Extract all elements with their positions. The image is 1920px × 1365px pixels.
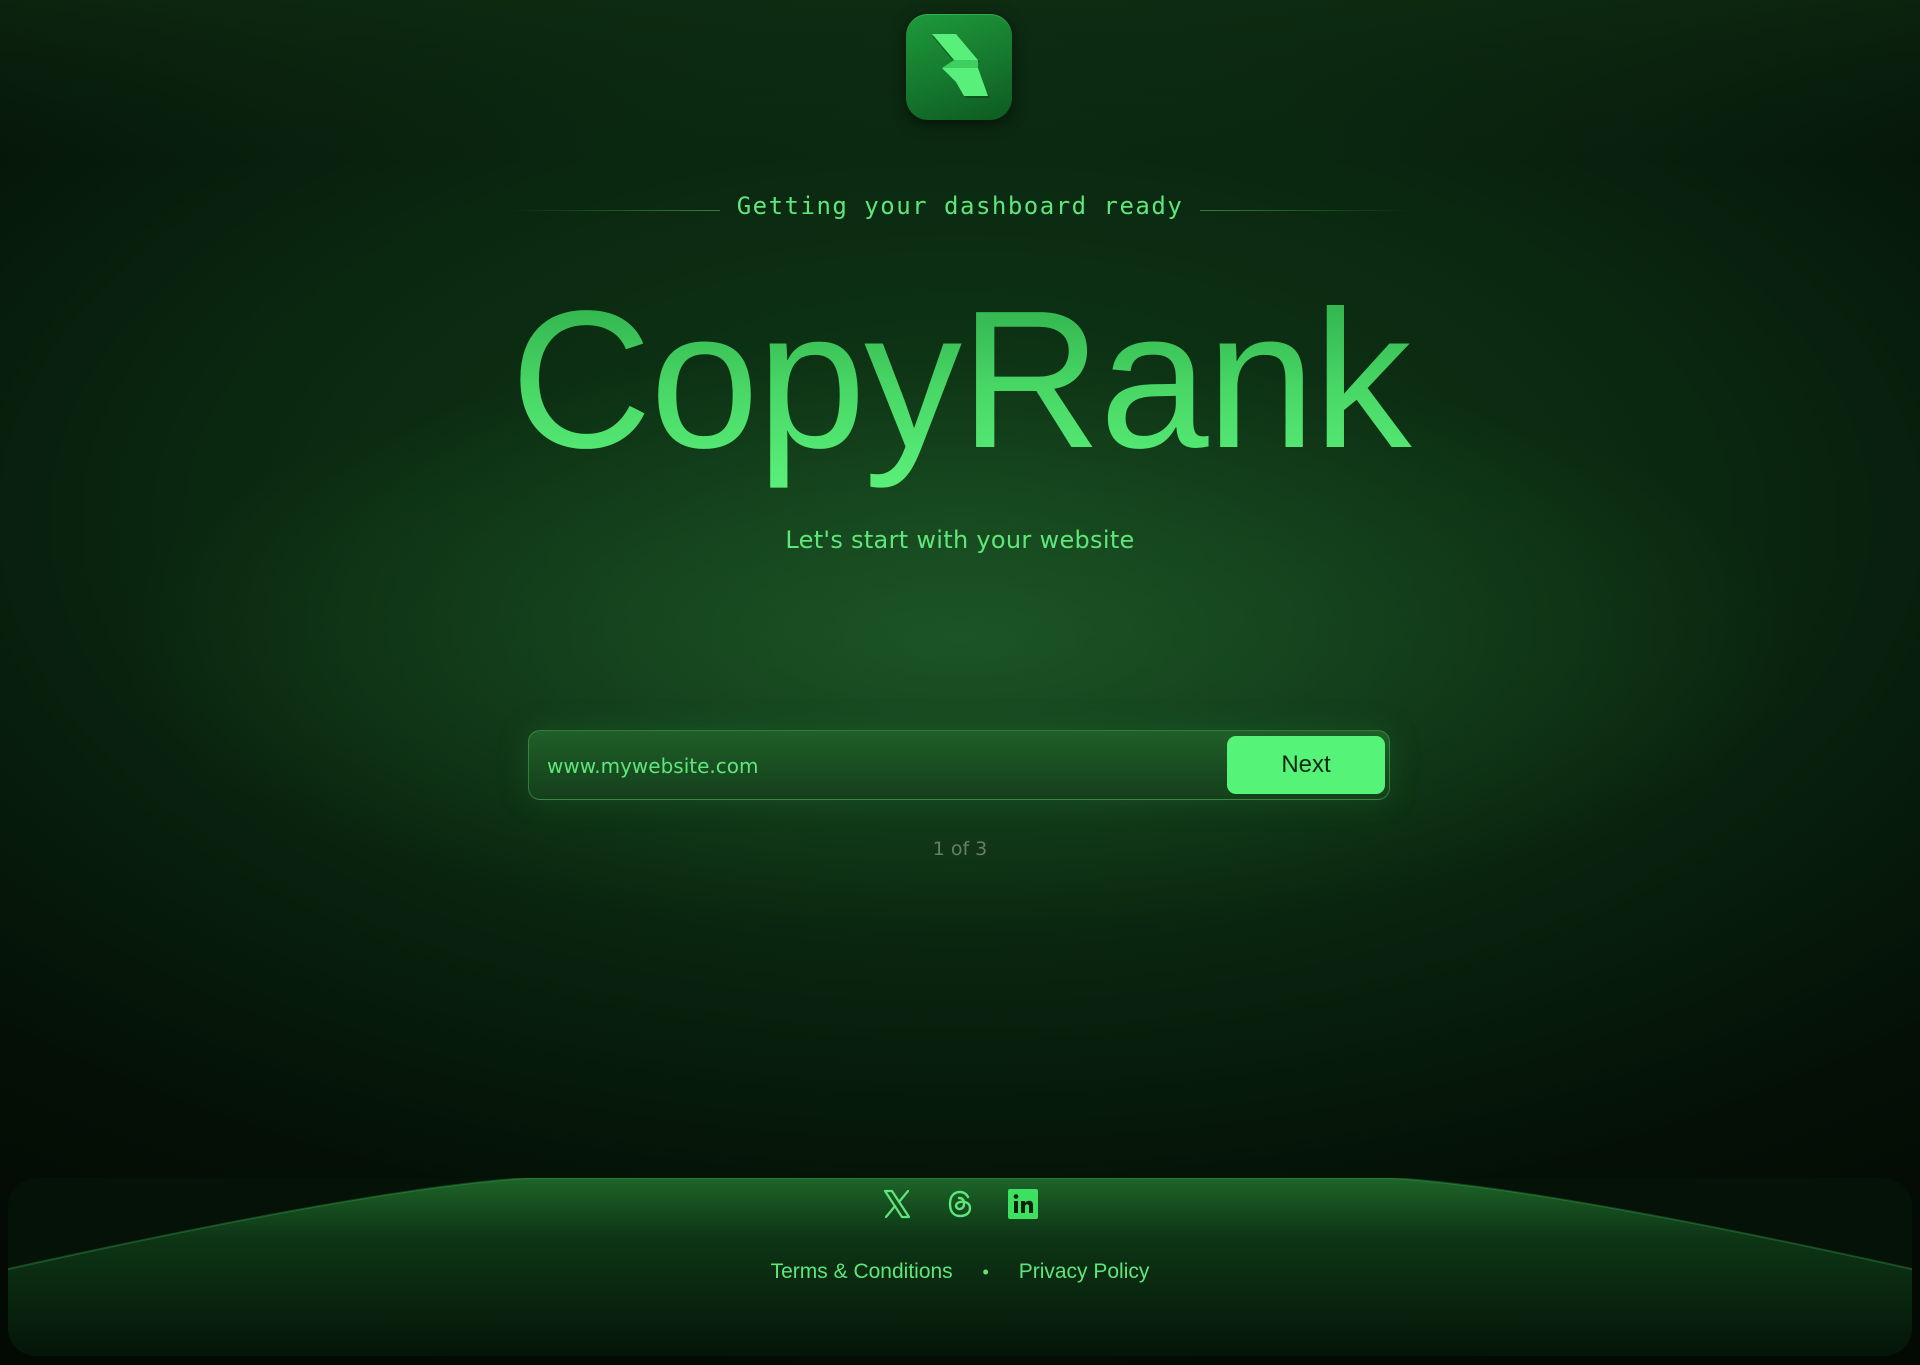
footer: Terms & Conditions • Privacy Policy — [8, 1178, 1912, 1356]
tagline-divider-right — [1200, 210, 1410, 211]
next-button[interactable]: Next — [1227, 736, 1385, 794]
website-url-input[interactable] — [545, 731, 1229, 801]
onboarding-page: Getting your dashboard ready CopyRank Le… — [0, 0, 1920, 1365]
footer-content: Terms & Conditions • Privacy Policy — [8, 1178, 1912, 1356]
privacy-link[interactable]: Privacy Policy — [1019, 1260, 1150, 1283]
copyrank-logo-icon — [906, 14, 1012, 120]
threads-icon[interactable] — [944, 1188, 976, 1220]
step-indicator: 1 of 3 — [932, 838, 988, 860]
legal-links: Terms & Conditions • Privacy Policy — [8, 1260, 1912, 1284]
terms-link[interactable]: Terms & Conditions — [771, 1260, 953, 1283]
link-separator: • — [982, 1262, 989, 1282]
website-form: Next — [528, 730, 1390, 801]
tagline-row: Getting your dashboard ready — [0, 192, 1920, 232]
brand-title: CopyRank — [0, 270, 1920, 490]
linkedin-icon[interactable] — [1007, 1188, 1039, 1220]
page-subtitle: Let's start with your website — [785, 526, 1135, 554]
x-icon[interactable] — [881, 1188, 913, 1220]
logo-mark — [932, 34, 990, 98]
tagline: Getting your dashboard ready — [736, 192, 1184, 220]
social-links — [8, 1188, 1912, 1220]
